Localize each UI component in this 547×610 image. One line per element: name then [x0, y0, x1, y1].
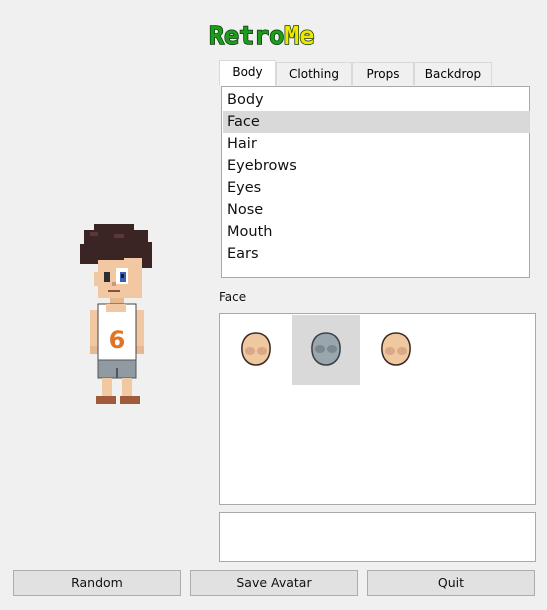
face-option-3[interactable]: [362, 315, 430, 385]
random-button[interactable]: Random: [13, 570, 181, 596]
face-shape-icon: [311, 332, 341, 366]
face-option-2[interactable]: [292, 315, 360, 385]
face-options-grid: [219, 313, 536, 505]
tab-body[interactable]: Body: [219, 60, 276, 86]
retrome-logo: RetroMe: [208, 20, 315, 50]
tab-clothing[interactable]: Clothing: [276, 62, 352, 85]
list-item-face[interactable]: Face: [223, 111, 530, 133]
quit-button[interactable]: Quit: [367, 570, 535, 596]
face-shape-icon: [241, 332, 271, 366]
list-item-mouth[interactable]: Mouth: [223, 221, 530, 243]
list-item-nose[interactable]: Nose: [223, 199, 530, 221]
save-avatar-button[interactable]: Save Avatar: [190, 570, 358, 596]
list-item-body[interactable]: Body: [223, 89, 530, 111]
description-box[interactable]: [219, 512, 536, 562]
svg-text:6: 6: [109, 326, 126, 354]
list-item-hair[interactable]: Hair: [223, 133, 530, 155]
logo-text: RetroMe: [209, 21, 314, 50]
face-option-1[interactable]: [222, 315, 290, 385]
list-item-eyebrows[interactable]: Eyebrows: [223, 155, 530, 177]
tab-props[interactable]: Props: [352, 62, 414, 85]
tab-backdrop[interactable]: Backdrop: [414, 62, 492, 85]
avatar-preview: 6: [80, 224, 152, 404]
list-item-ears[interactable]: Ears: [223, 243, 530, 265]
face-shape-icon: [381, 332, 411, 366]
body-part-list[interactable]: Body Face Hair Eyebrows Eyes Nose Mouth …: [221, 86, 530, 278]
list-item-eyes[interactable]: Eyes: [223, 177, 530, 199]
options-section-label: Face: [219, 290, 247, 304]
